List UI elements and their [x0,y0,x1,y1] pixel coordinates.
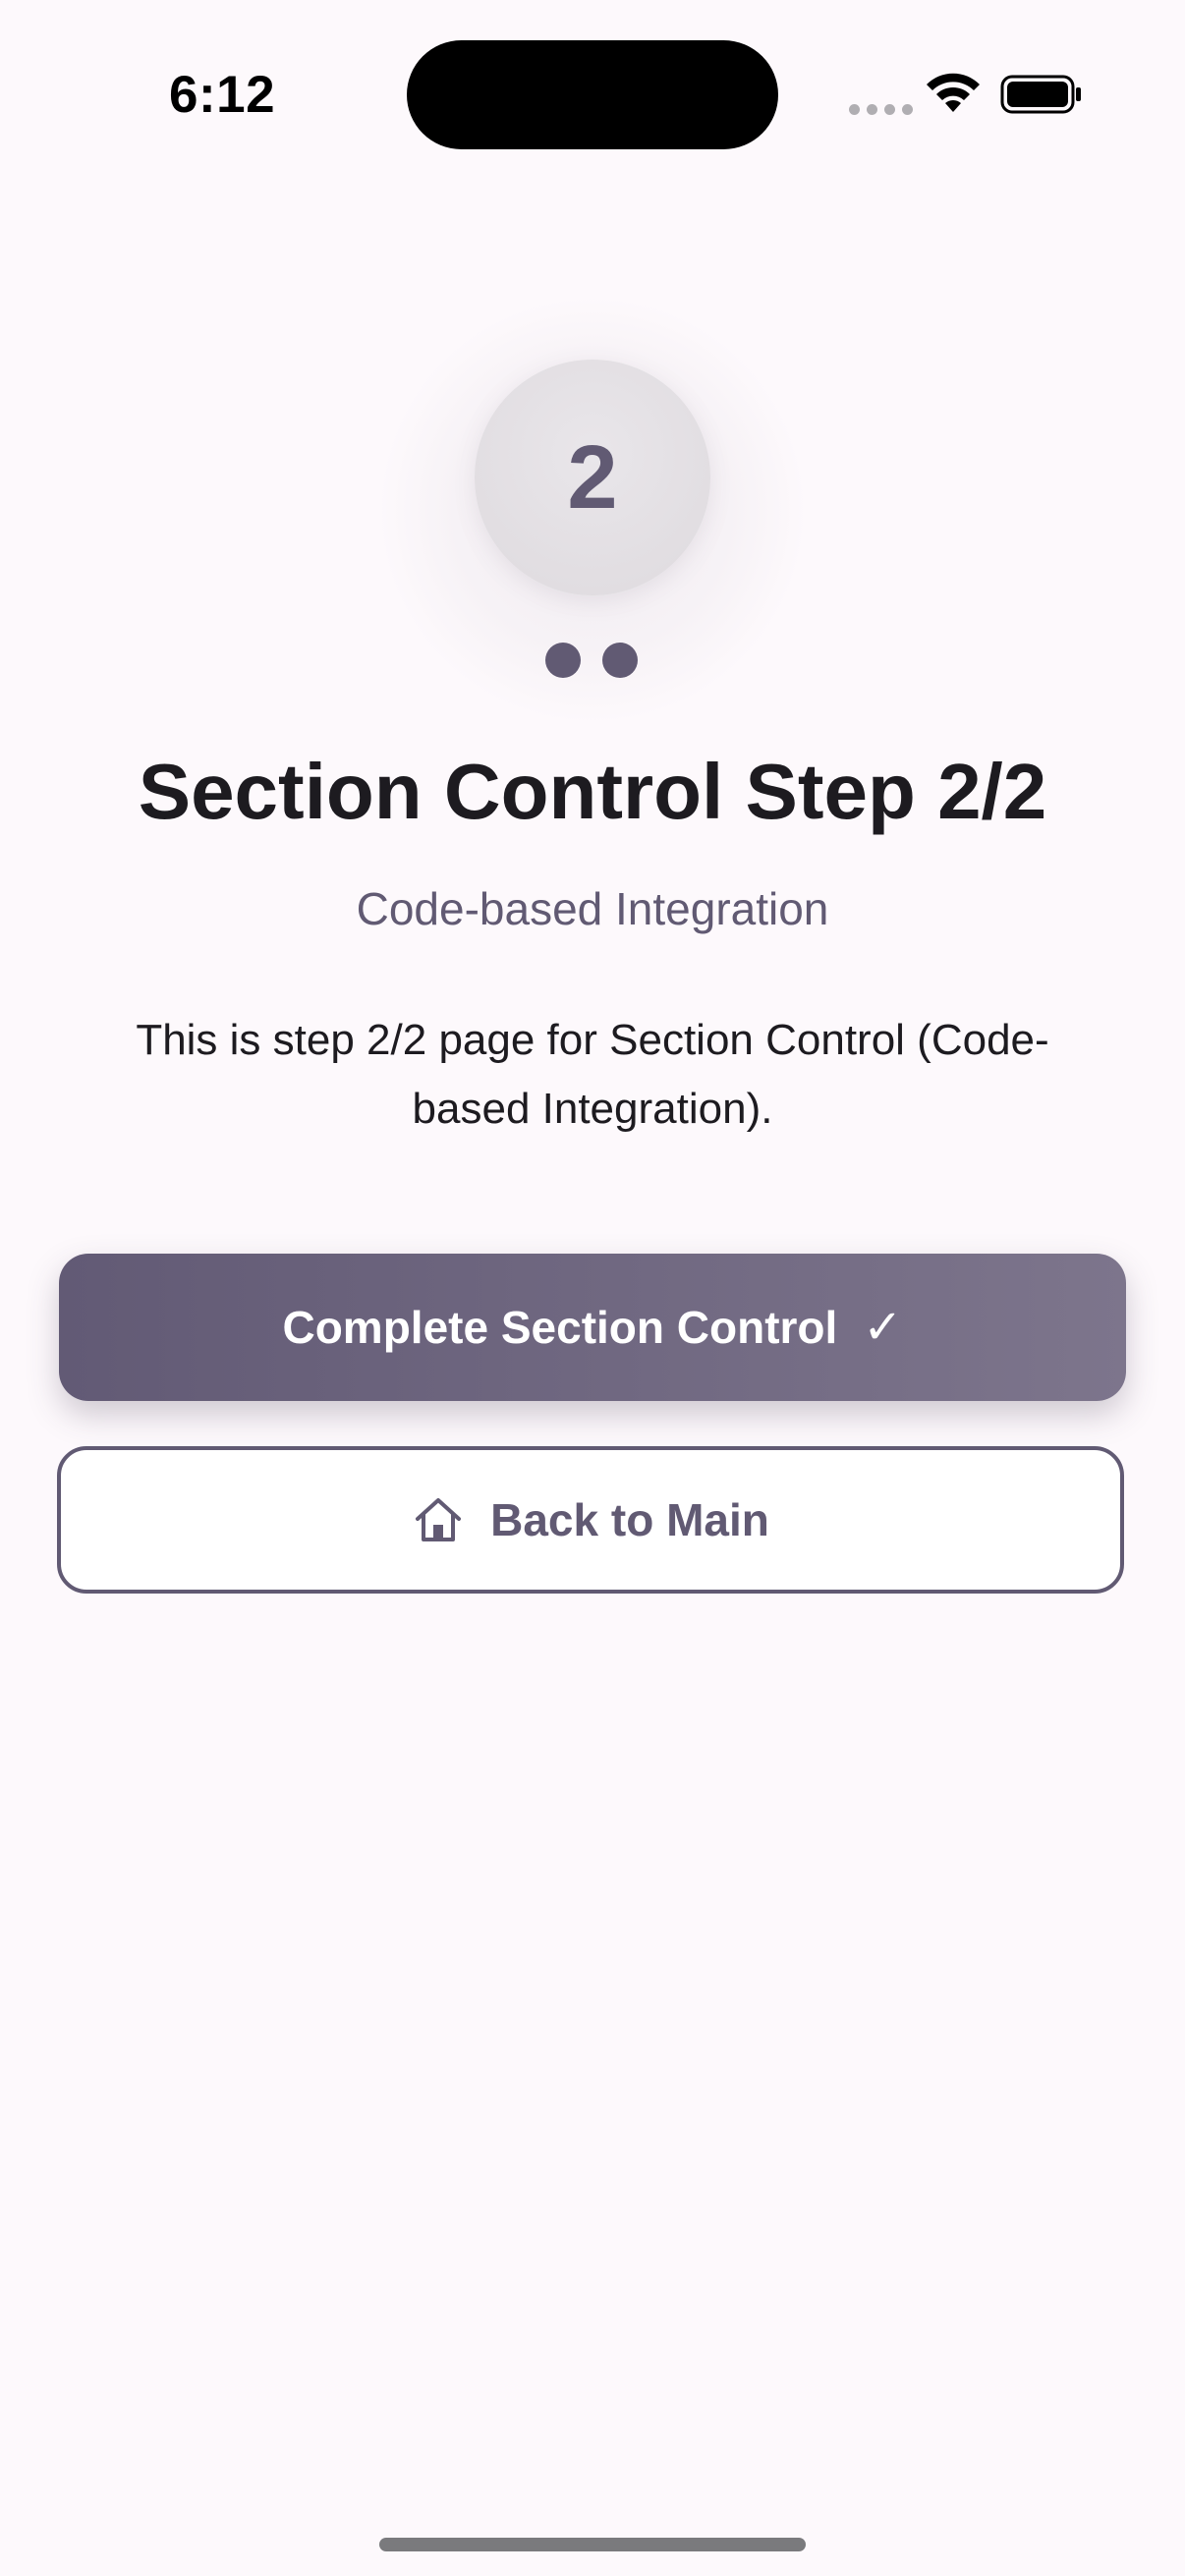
back-button-label: Back to Main [490,1494,769,1545]
checkmark-icon: ✓ [863,1302,903,1354]
progress-dot [602,643,638,678]
status-time: 6:12 [169,66,276,124]
progress-dot [545,643,581,678]
complete-section-control-button[interactable]: Complete Section Control ✓ [59,1254,1126,1401]
step-number: 2 [567,426,618,528]
page-description: This is step 2/2 page for Section Contro… [136,1016,1049,1133]
signal-dots-icon [849,104,913,115]
home-indicator[interactable] [379,2538,806,2551]
battery-icon [1000,75,1081,114]
dynamic-island [407,40,778,149]
page-subtitle: Code-based Integration [356,883,829,934]
back-to-main-button[interactable]: Back to Main [57,1446,1124,1594]
home-icon [416,1498,462,1541]
wifi-icon [927,73,980,112]
complete-button-label: Complete Section Control [282,1302,838,1353]
page-title: Section Control Step 2/2 [138,748,1047,835]
step-progress-dots [545,643,638,678]
step-badge: 2 [475,360,710,595]
